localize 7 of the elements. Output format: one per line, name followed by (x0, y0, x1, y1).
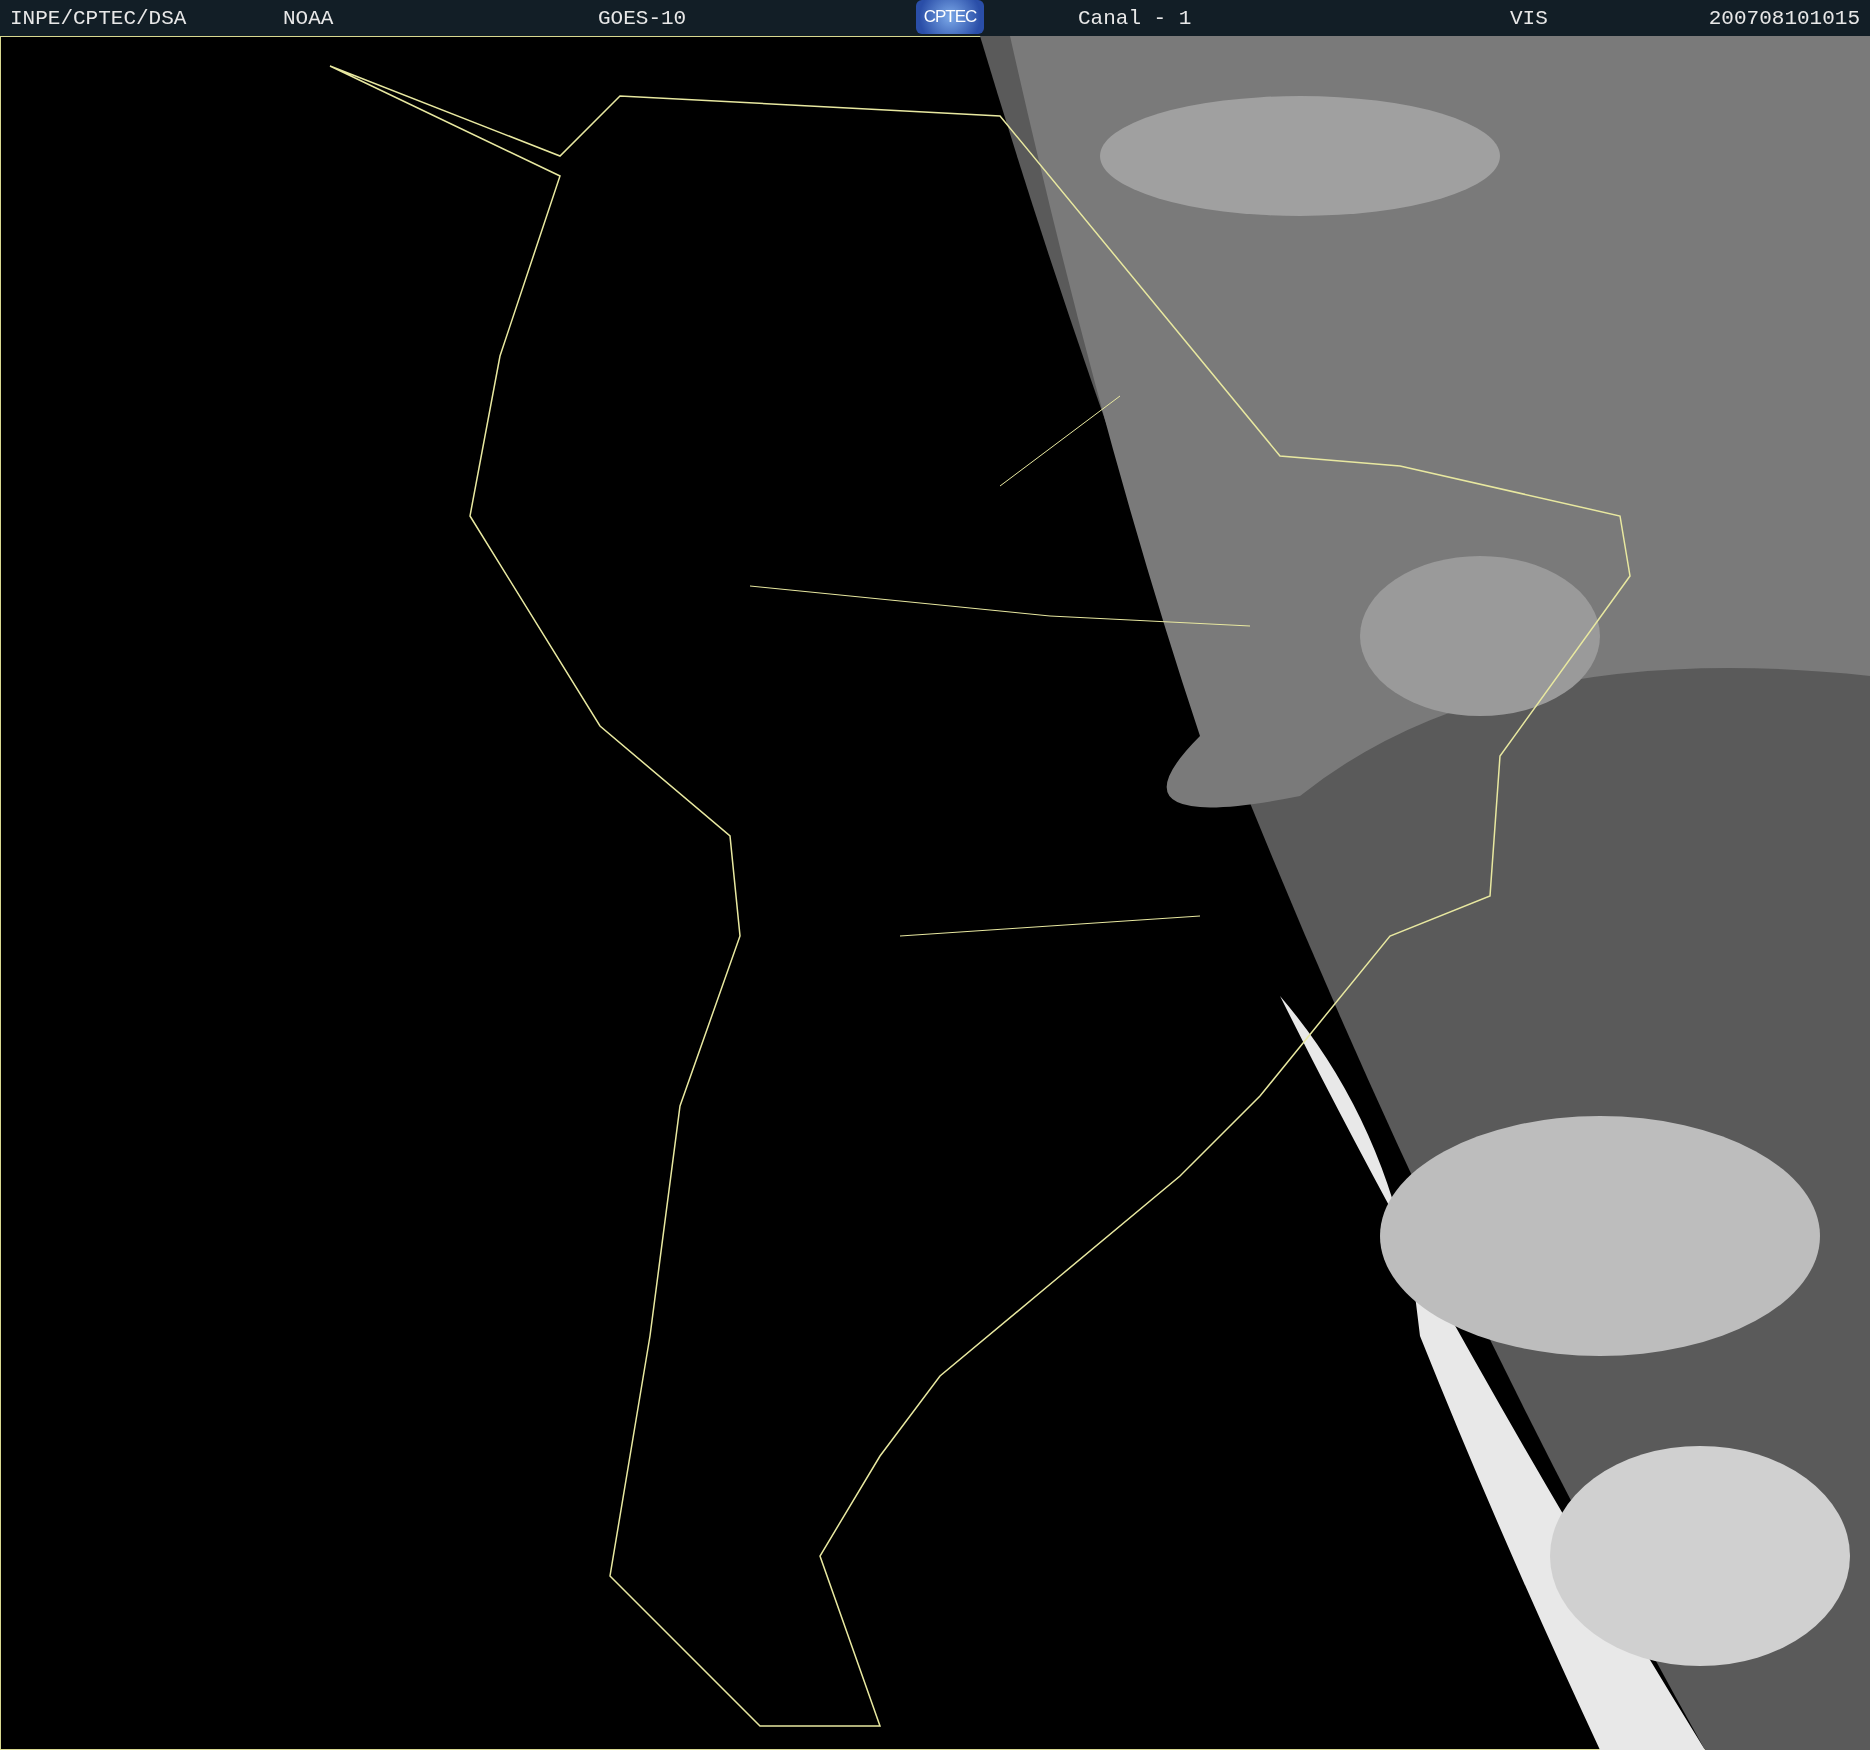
logo: CPTEC (916, 0, 984, 34)
header-label: INPE/CPTEC/DSA (10, 7, 187, 30)
header-label: NOAA (283, 7, 334, 30)
header-label: GOES-10 (598, 7, 687, 30)
header-label: VIS (1510, 7, 1548, 30)
header-label: 200708101015 (1708, 7, 1860, 30)
header-label: Canal - 1 (1078, 7, 1192, 30)
